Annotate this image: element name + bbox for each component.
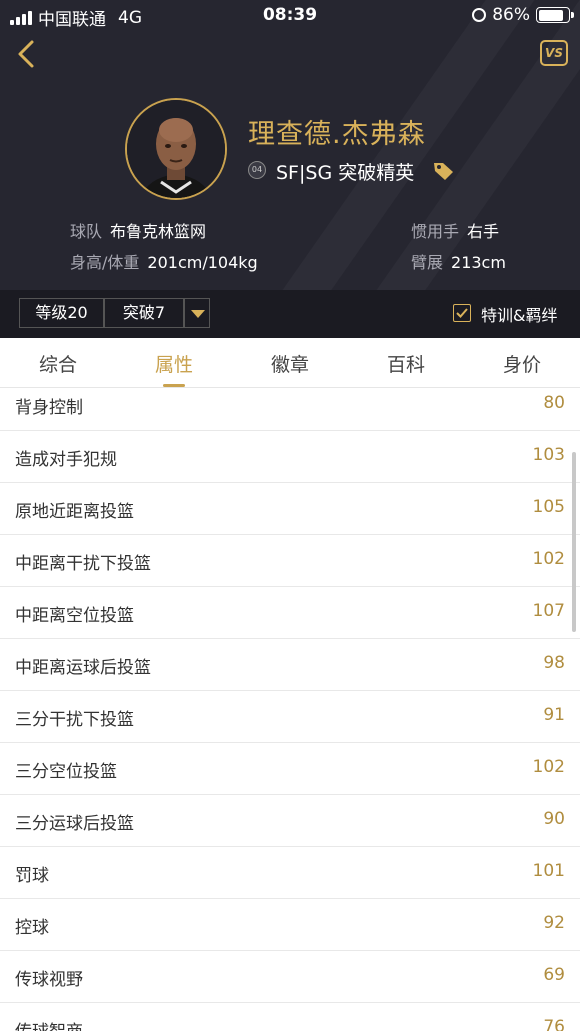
body-value: 201cm/104kg — [147, 253, 258, 272]
level-selector[interactable]: 等级20 — [19, 298, 104, 328]
attribute-value: 102 — [532, 549, 565, 569]
team-value: 布鲁克林篮网 — [110, 222, 207, 241]
breakthrough-selector[interactable]: 突破7 — [104, 298, 184, 328]
battery-icon — [536, 7, 574, 23]
tab-attributes[interactable]: 属性 — [116, 350, 232, 377]
wingspan-info: 臂展 213cm — [411, 249, 506, 273]
attribute-value: 69 — [543, 965, 565, 985]
attribute-name: 背身控制 — [15, 398, 83, 418]
training-label[interactable]: 特训&羁绊 — [481, 302, 557, 326]
attribute-name: 传球智商 — [15, 1017, 83, 1031]
body-info: 身高/体重 201cm/104kg — [70, 249, 258, 273]
player-position: SF|SG 突破精英 — [276, 162, 415, 184]
list-item[interactable]: 传球视野 69 — [0, 951, 580, 1003]
attribute-name: 造成对手犯规 — [15, 450, 117, 470]
list-item[interactable]: 中距离干扰下投篮 102 — [0, 535, 580, 587]
attribute-value: 107 — [532, 601, 565, 621]
tab-value[interactable]: 身价 — [464, 350, 580, 377]
player-portrait-icon — [127, 100, 225, 198]
tab-wiki[interactable]: 百科 — [348, 350, 464, 377]
team-label: 球队 — [70, 222, 103, 241]
attribute-name: 中距离空位投篮 — [15, 606, 134, 626]
body-label: 身高/体重 — [70, 253, 140, 272]
attribute-name: 原地近距离投篮 — [15, 502, 134, 522]
attribute-value: 98 — [543, 653, 565, 673]
compare-vs-button[interactable]: VS — [540, 40, 568, 66]
tab-badges[interactable]: 徽章 — [232, 350, 348, 377]
check-icon — [456, 308, 468, 318]
list-item[interactable]: 原地近距离投篮 105 — [0, 483, 580, 535]
tag-icon[interactable] — [432, 160, 456, 182]
attribute-name: 控球 — [15, 918, 49, 938]
attribute-value: 92 — [543, 913, 565, 933]
training-checkbox[interactable] — [453, 304, 471, 322]
team-info: 球队 布鲁克林篮网 — [70, 218, 206, 242]
wingspan-label: 臂展 — [411, 253, 444, 272]
attribute-value: 101 — [532, 861, 565, 881]
attribute-value: 90 — [543, 809, 565, 829]
player-name: 理查德.杰弗森 — [248, 119, 426, 150]
hand-info: 惯用手 右手 — [411, 218, 499, 242]
attribute-name: 三分干扰下投篮 — [15, 710, 134, 730]
jersey-number-badge: 04 — [248, 161, 266, 179]
list-item[interactable]: 罚球 101 — [0, 847, 580, 899]
wingspan-value: 213cm — [451, 253, 506, 272]
attribute-name: 中距离运球后投篮 — [15, 658, 151, 678]
attribute-name: 三分空位投篮 — [15, 762, 117, 782]
chevron-down-icon[interactable] — [184, 298, 210, 328]
list-item[interactable]: 控球 92 — [0, 899, 580, 951]
status-bar: 中国联通 4G 08:39 86% — [0, 0, 580, 30]
list-item[interactable]: 传球智商 76 — [0, 1003, 580, 1031]
player-avatar — [125, 98, 227, 200]
list-item[interactable]: 造成对手犯规 103 — [0, 431, 580, 483]
list-item[interactable]: 中距离运球后投篮 98 — [0, 639, 580, 691]
attribute-value: 76 — [543, 1017, 565, 1031]
hand-value: 右手 — [467, 222, 500, 241]
tab-bar: 综合 属性 徽章 百科 身价 — [0, 338, 580, 388]
attribute-name: 三分运球后投篮 — [15, 814, 134, 834]
list-item[interactable]: 三分运球后投篮 90 — [0, 795, 580, 847]
list-item[interactable]: 三分干扰下投篮 91 — [0, 691, 580, 743]
list-item[interactable]: 中距离空位投篮 107 — [0, 587, 580, 639]
scrollbar[interactable] — [572, 452, 576, 632]
attribute-name: 中距离干扰下投篮 — [15, 554, 151, 574]
back-arrow-icon[interactable] — [14, 38, 42, 70]
attribute-name: 传球视野 — [15, 970, 83, 990]
hand-label: 惯用手 — [411, 222, 460, 241]
tab-overview[interactable]: 综合 — [0, 350, 116, 377]
attribute-name: 罚球 — [15, 866, 49, 886]
attribute-value: 102 — [532, 757, 565, 777]
battery-percent: 86% — [492, 5, 530, 25]
attribute-value: 105 — [532, 497, 565, 517]
alarm-icon — [472, 8, 487, 22]
attribute-value: 91 — [543, 705, 565, 725]
list-item[interactable]: 三分空位投篮 102 — [0, 743, 580, 795]
attribute-value: 80 — [543, 393, 565, 413]
attribute-value: 103 — [532, 445, 565, 465]
active-tab-indicator — [163, 384, 185, 387]
